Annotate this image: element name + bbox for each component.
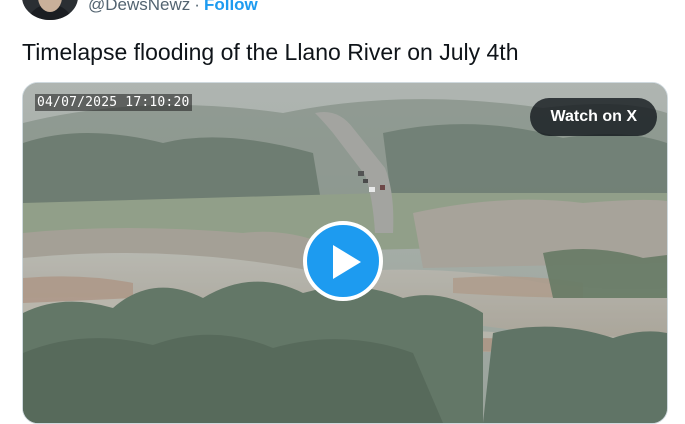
play-icon bbox=[333, 245, 361, 279]
separator-dot: · bbox=[194, 0, 200, 14]
author-row: @DewsNewz · Follow bbox=[88, 0, 258, 16]
tweet-text: Timelapse flooding of the Llano River on… bbox=[22, 39, 519, 65]
follow-button[interactable]: Follow bbox=[204, 0, 258, 14]
video-timestamp-overlay: 04/07/2025 17:10:20 bbox=[35, 94, 192, 111]
author-handle[interactable]: @DewsNewz bbox=[88, 0, 190, 14]
author-avatar[interactable] bbox=[22, 0, 78, 20]
video-player[interactable]: 04/07/2025 17:10:20 Watch on X bbox=[22, 82, 668, 424]
watch-on-x-button[interactable]: Watch on X bbox=[530, 98, 657, 136]
play-button[interactable] bbox=[303, 221, 383, 301]
